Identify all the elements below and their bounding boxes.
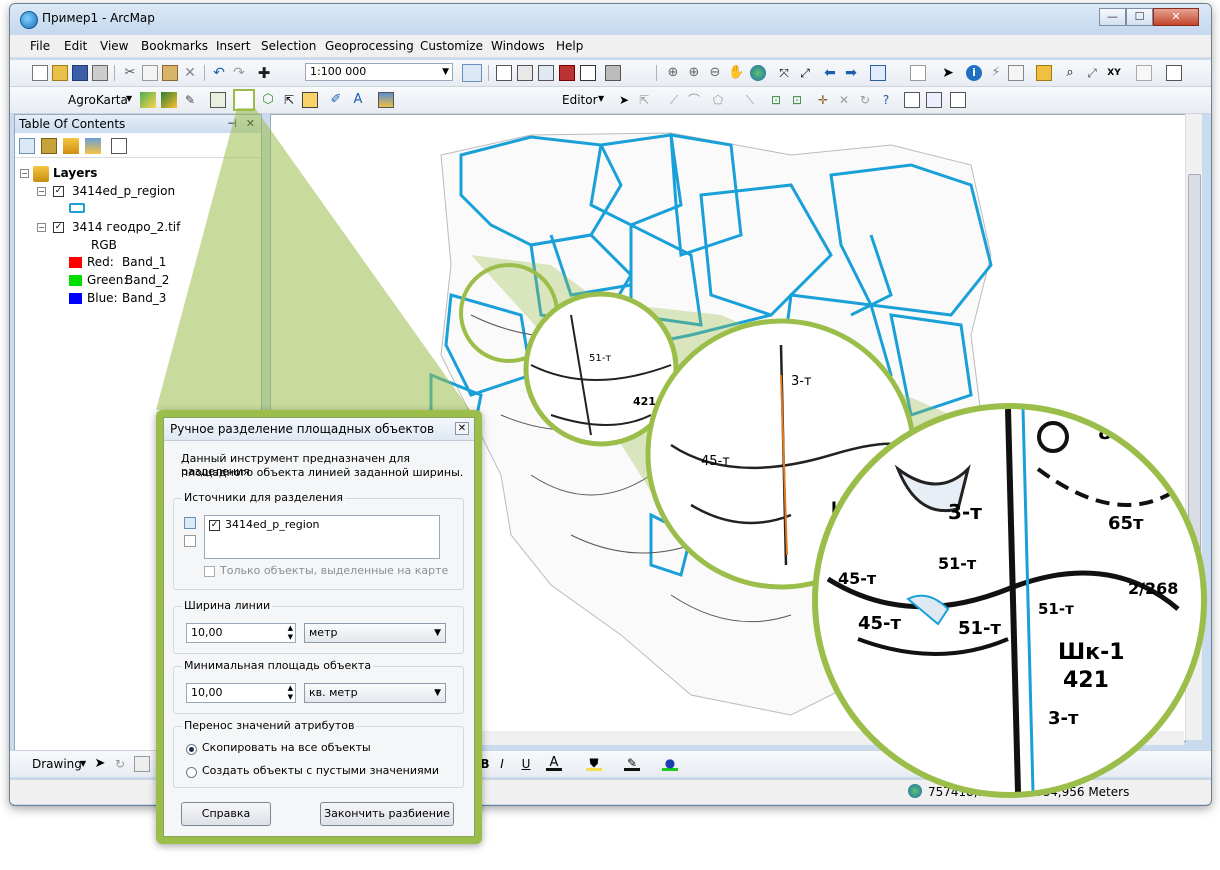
spinner-icon[interactable]: ▲ ▼	[288, 624, 293, 642]
sources-list[interactable]: ✓ 3414ed_p_region	[204, 515, 440, 559]
min-area-unit-value: кв. метр	[309, 686, 358, 699]
sources-group-label: Источники для разделения	[182, 491, 345, 504]
help-button[interactable]: Справка	[181, 802, 271, 826]
empty-values-radio[interactable]	[186, 767, 197, 778]
width-unit-value: метр	[309, 626, 338, 639]
width-value: 10,00	[191, 626, 223, 639]
copy-to-all-radio[interactable]	[186, 744, 197, 755]
min-area-group: Минимальная площадь объекта 10,00 ▲ ▼ кв. …	[173, 659, 464, 714]
chevron-down-icon: ▼	[434, 688, 441, 698]
attributes-group: Перенос значений атрибутов Скопировать н…	[173, 719, 464, 788]
width-group: Ширина линии 10,00 ▲ ▼ метр ▼	[173, 599, 464, 654]
only-selected-checkbox[interactable]	[204, 566, 215, 577]
width-unit-select[interactable]: метр ▼	[304, 623, 446, 643]
manual-split-dialog-frame: Ручное разделение площадных объектов ✕ Д…	[156, 410, 482, 844]
spinner-icon[interactable]: ▲ ▼	[288, 684, 293, 702]
chevron-down-icon: ▼	[434, 628, 441, 638]
clear-all-icon[interactable]	[184, 535, 196, 547]
empty-values-label[interactable]: Создать объекты с пустыми значениями	[202, 764, 439, 777]
manual-split-dialog: Ручное разделение площадных объектов ✕ Д…	[163, 417, 475, 837]
min-area-group-label: Минимальная площадь объекта	[182, 659, 374, 672]
min-area-input[interactable]: 10,00 ▲ ▼	[186, 683, 296, 703]
sources-group: Источники для разделения ✓ 3414ed_p_regi…	[173, 491, 464, 590]
finish-split-button[interactable]: Закончить разбиение	[320, 802, 454, 826]
width-input[interactable]: 10,00 ▲ ▼	[186, 623, 296, 643]
min-area-value: 10,00	[191, 686, 223, 699]
select-all-icon[interactable]	[184, 517, 196, 529]
copy-to-all-label[interactable]: Скопировать на все объекты	[202, 741, 371, 754]
attributes-group-label: Перенос значений атрибутов	[182, 719, 357, 732]
dialog-title: Ручное разделение площадных объектов	[164, 418, 474, 441]
dialog-close-button[interactable]: ✕	[455, 422, 469, 435]
source-item-checkbox[interactable]: ✓	[209, 520, 220, 531]
min-area-unit-select[interactable]: кв. метр ▼	[304, 683, 446, 703]
width-group-label: Ширина линии	[182, 599, 273, 612]
source-item-label[interactable]: 3414ed_p_region	[225, 518, 320, 531]
only-selected-label: Только объекты, выделенные на карте	[220, 564, 449, 577]
dialog-description-line2: площадного объекта линией заданной ширин…	[181, 466, 464, 479]
